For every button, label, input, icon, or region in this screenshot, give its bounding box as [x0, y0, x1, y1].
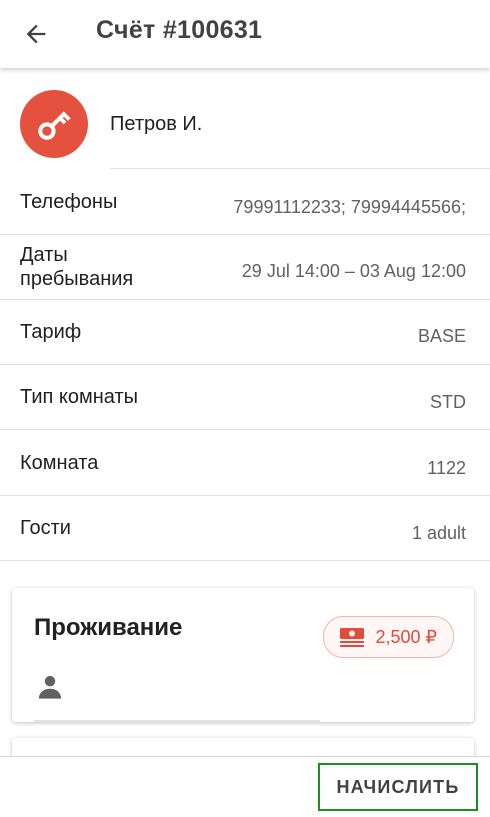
divider	[110, 168, 490, 169]
tariff-value: BASE	[417, 326, 466, 346]
phones-label: Телефоны	[20, 191, 118, 213]
info-row-stay-dates: Даты пребывания 29 Jul 14:00 – 03 Aug 12…	[0, 235, 490, 300]
stay-dates-value: 29 Jul 14:00 – 03 Aug 12:00	[241, 261, 466, 281]
room-type-value: STD	[430, 392, 466, 412]
guest-header: Петров И.	[0, 68, 490, 170]
info-row-phones: Телефоны 79991112233; 79994445566;	[0, 170, 490, 235]
back-button[interactable]	[14, 12, 58, 56]
room-type-label: Тип комнаты	[20, 386, 139, 408]
room-label: Комната	[20, 452, 99, 474]
card-divider	[34, 720, 320, 722]
page-title: Счёт #100631	[96, 16, 263, 44]
app-bar: Счёт #100631	[0, 0, 490, 68]
info-row-tariff: Тариф BASE	[0, 300, 490, 365]
key-icon	[38, 111, 71, 140]
room-value: 1122	[427, 458, 466, 478]
accommodation-card[interactable]: Проживание 2,500 ₽	[12, 588, 474, 722]
card-title: Проживание	[34, 614, 183, 641]
info-row-room: Комната 1122	[0, 430, 490, 496]
person-icon	[38, 675, 62, 699]
charge-button[interactable]: НАЧИСЛИТЬ	[318, 763, 478, 811]
price-chip[interactable]: 2,500 ₽	[322, 616, 454, 658]
arrow-left-icon[interactable]	[22, 20, 50, 48]
info-row-guests: Гости 1 adult	[0, 496, 490, 561]
info-row-room-type: Тип комнаты STD	[0, 365, 490, 430]
money-stack-icon	[339, 628, 364, 647]
stay-dates-label: Даты пребывания	[20, 244, 134, 290]
bottom-action-bar: НАЧИСЛИТЬ	[0, 756, 490, 817]
tariff-label: Тариф	[20, 321, 82, 343]
guests-label: Гости	[20, 517, 71, 539]
avatar	[20, 90, 88, 158]
phones-value: 79991112233; 79994445566;	[233, 197, 466, 217]
price-value: 2,500 ₽	[375, 626, 438, 647]
guests-value: 1 adult	[411, 523, 466, 543]
guest-name: Петров И.	[110, 113, 203, 135]
